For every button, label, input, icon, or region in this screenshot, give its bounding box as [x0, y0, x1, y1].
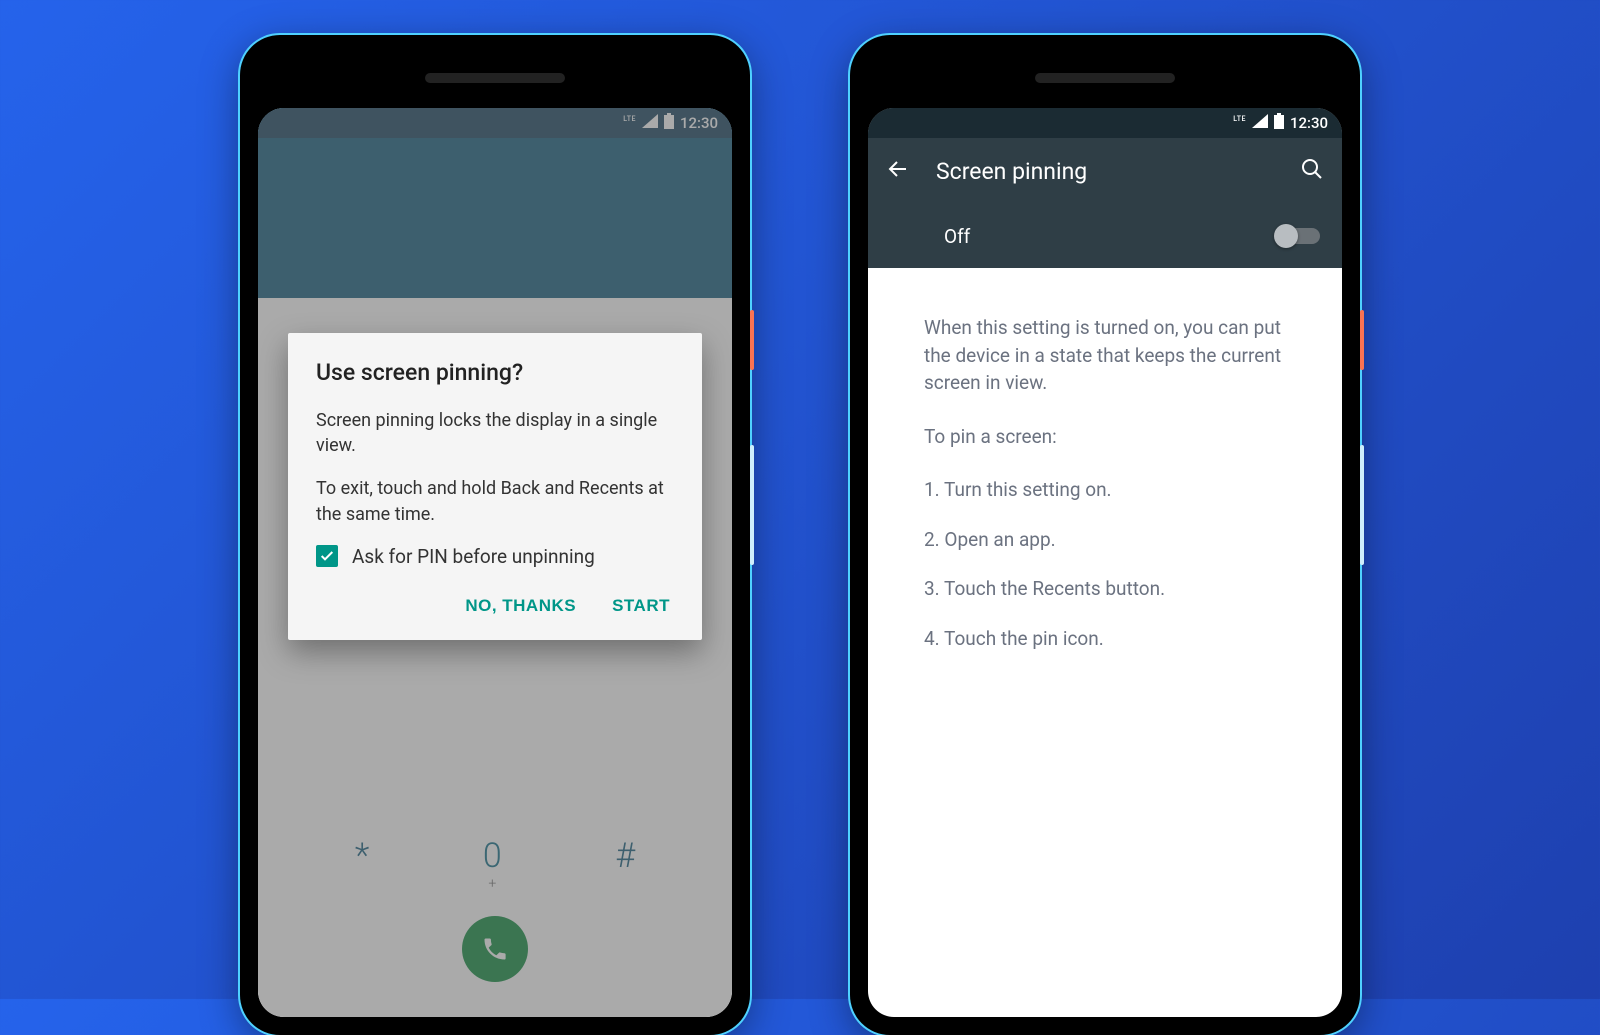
dialog-paragraph-1: Screen pinning locks the display in a si…	[316, 408, 674, 458]
dialog-paragraph-2: To exit, touch and hold Back and Recents…	[316, 476, 674, 526]
dialog-actions: NO, THANKS START	[316, 586, 674, 626]
phone-screen-left: LTE 12:30 * 0 + #	[258, 108, 732, 1017]
dialog-title: Use screen pinning?	[316, 359, 674, 386]
no-thanks-button[interactable]: NO, THANKS	[461, 586, 580, 626]
signal-icon	[1252, 114, 1268, 132]
settings-description: When this setting is turned on, you can …	[868, 268, 1342, 720]
toggle-switch-off[interactable]	[1276, 228, 1320, 244]
step-1: 1. Turn this setting on.	[924, 476, 1286, 504]
checkbox-checked-icon	[316, 545, 338, 567]
step-2: 2. Open an app.	[924, 526, 1286, 554]
phone-screen-right: LTE 12:30 Screen pinning Off	[868, 108, 1342, 1017]
settings-header: LTE 12:30 Screen pinning Off	[868, 108, 1342, 268]
clock-label: 12:30	[1290, 114, 1328, 132]
page-title: Screen pinning	[936, 158, 1274, 185]
step-3: 3. Touch the Recents button.	[924, 575, 1286, 603]
checkbox-label: Ask for PIN before unpinning	[352, 545, 595, 568]
power-button	[1360, 310, 1364, 370]
toggle-state-label: Off	[944, 225, 970, 248]
phone-mockup-left: LTE 12:30 * 0 + #	[240, 35, 750, 1035]
start-button[interactable]: START	[608, 586, 674, 626]
pin-checkbox-row[interactable]: Ask for PIN before unpinning	[316, 545, 674, 568]
volume-button	[750, 445, 754, 565]
toolbar: Screen pinning	[868, 138, 1342, 204]
subheading: To pin a screen:	[924, 423, 1286, 451]
power-button	[750, 310, 754, 370]
back-icon[interactable]	[886, 157, 910, 185]
search-icon[interactable]	[1300, 157, 1324, 185]
screen-pinning-dialog: Use screen pinning? Screen pinning locks…	[288, 333, 702, 640]
volume-button	[1360, 445, 1364, 565]
master-toggle-row[interactable]: Off	[868, 204, 1342, 268]
status-bar: LTE 12:30	[868, 108, 1342, 138]
phone-mockup-right: LTE 12:30 Screen pinning Off	[850, 35, 1360, 1035]
description-text: When this setting is turned on, you can …	[924, 314, 1286, 397]
step-4: 4. Touch the pin icon.	[924, 625, 1286, 653]
lte-label: LTE	[1233, 115, 1246, 123]
battery-icon	[1274, 113, 1284, 133]
